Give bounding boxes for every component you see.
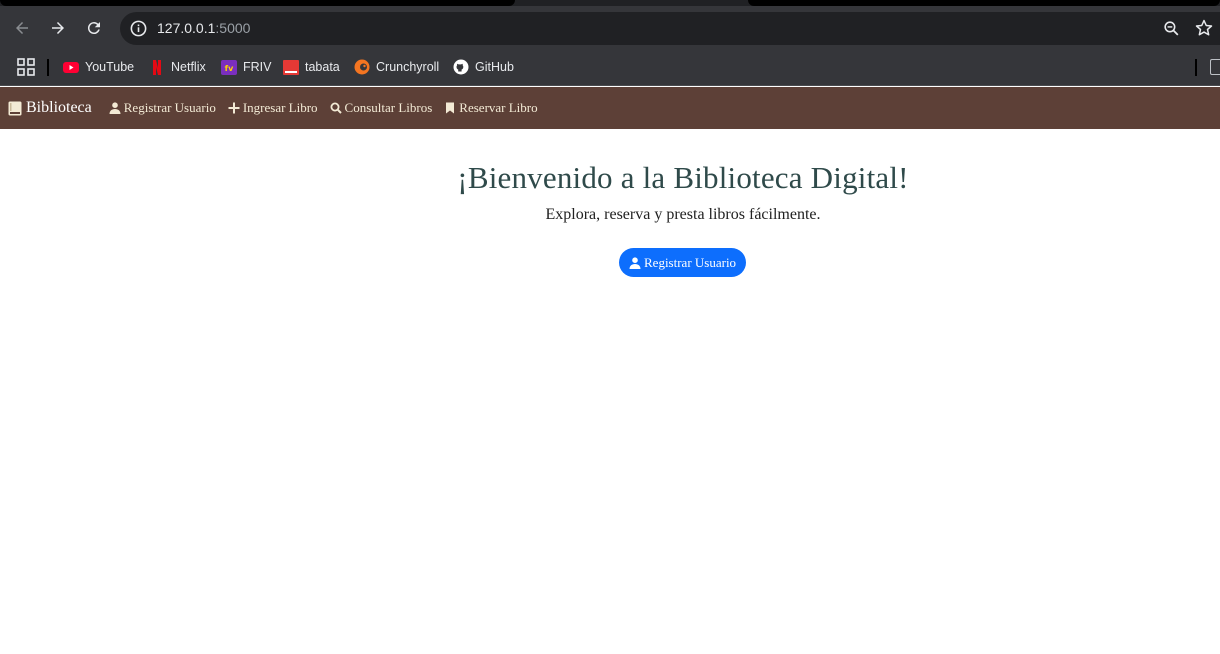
- register-user-label: Registrar Usuario: [644, 254, 737, 270]
- address-bar[interactable]: 127.0.0.1:5000: [120, 12, 1220, 45]
- crunchyroll-icon: [354, 59, 370, 75]
- bookmark-label: tabata: [305, 60, 340, 74]
- search-icon: [330, 102, 342, 114]
- bookmarks-separator: [1195, 59, 1197, 76]
- nav-link-label: Ingresar Libro: [242, 100, 318, 115]
- zoom-icon[interactable]: [1162, 19, 1181, 38]
- browser-toolbar: 127.0.0.1:5000: [0, 6, 1220, 50]
- user-icon: [629, 256, 641, 269]
- back-button[interactable]: [7, 13, 37, 43]
- page-subtitle: Explora, reserva y presta libros fácilme…: [545, 206, 821, 223]
- url-port: :5000: [215, 20, 251, 36]
- user-icon: [109, 102, 121, 114]
- bookmarks-bar: YouTube Netflix fv FRIV tabata Crunchyro…: [0, 50, 1220, 86]
- bookmark-youtube[interactable]: YouTube: [63, 57, 134, 77]
- forward-arrow-icon: [52, 22, 64, 34]
- cta-wrapper: Registrar Usuario: [619, 248, 747, 277]
- bookmark-github[interactable]: GitHub: [453, 57, 514, 77]
- nav-link-label: Reservar Libro: [459, 100, 538, 115]
- bookmark-tabata[interactable]: tabata: [283, 57, 340, 77]
- bookmark-label: Netflix: [171, 60, 206, 74]
- url-host: 127.0.0.1: [157, 20, 216, 36]
- bookmark-netflix[interactable]: Netflix: [149, 57, 206, 77]
- page-title: ¡Bienvenido a la Biblioteca Digital!: [457, 160, 909, 195]
- reload-icon: [87, 22, 100, 35]
- netflix-icon: [149, 59, 165, 75]
- nav-link-label: Registrar Usuario: [123, 100, 216, 115]
- bookmark-crunchyroll[interactable]: Crunchyroll: [354, 57, 439, 77]
- url-text[interactable]: 127.0.0.1:5000: [157, 20, 250, 36]
- apps-grid-icon[interactable]: [17, 58, 35, 76]
- nav-reservar-libro[interactable]: Reservar Libro: [444, 100, 538, 116]
- reload-button[interactable]: [79, 13, 109, 43]
- register-user-button[interactable]: Registrar Usuario: [619, 248, 747, 277]
- hero-section: ¡Bienvenido a la Biblioteca Digital! Exp…: [0, 160, 1220, 224]
- bookmark-friv[interactable]: fv FRIV: [221, 57, 271, 77]
- nav-registrar-usuario[interactable]: Registrar Usuario: [109, 100, 216, 116]
- site-navbar: Biblioteca Registrar Usuario Ingresar Li…: [0, 87, 1220, 129]
- site-info-icon[interactable]: [129, 19, 148, 38]
- nav-ingresar-libro[interactable]: Ingresar Libro: [228, 100, 318, 116]
- bookmarks-separator: [47, 59, 49, 76]
- bookmark-label: GitHub: [475, 60, 514, 74]
- bookmark-label: Crunchyroll: [376, 60, 440, 74]
- brand-label: Biblioteca: [26, 99, 92, 116]
- tabata-icon: [283, 59, 299, 75]
- back-arrow-icon: [16, 22, 28, 34]
- bookmark-icon: [446, 102, 455, 114]
- github-icon: [453, 59, 469, 75]
- youtube-icon: [63, 59, 79, 75]
- bookmark-label: FRIV: [243, 60, 272, 74]
- bookmark-star-icon[interactable]: [1194, 18, 1214, 38]
- bookmark-label: YouTube: [85, 60, 135, 74]
- navbar-brand[interactable]: Biblioteca: [8, 99, 92, 117]
- plus-icon: [228, 102, 240, 114]
- forward-button[interactable]: [43, 13, 73, 43]
- svg-text:fv: fv: [225, 64, 234, 73]
- friv-icon: fv: [221, 59, 237, 75]
- book-icon: [8, 101, 22, 115]
- nav-consultar-libros[interactable]: Consultar Libros: [330, 100, 433, 116]
- other-bookmarks-folder-icon[interactable]: [1210, 59, 1220, 75]
- nav-link-label: Consultar Libros: [344, 100, 433, 115]
